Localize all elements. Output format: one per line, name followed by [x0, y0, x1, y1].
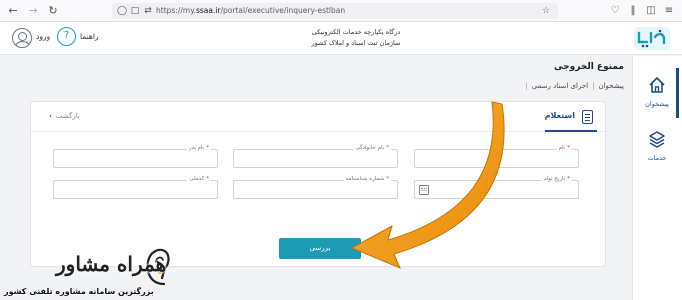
- pointer-arrow-overlay: [350, 101, 505, 269]
- father-name-field[interactable]: *نام پدر: [53, 145, 218, 168]
- breadcrumb: پیشخوان|اجرای اسناد رسمی|: [521, 82, 624, 90]
- back-link[interactable]: ‹ بازگشت: [49, 112, 80, 120]
- browser-toolbar: ← → ↻ ◯ □ ⇄ https://my.ssaa.ir/portal/ex…: [0, 0, 682, 22]
- required-marker: *: [567, 145, 570, 151]
- card-title: استعلام: [544, 111, 575, 120]
- chevron-left-icon: ‹: [49, 112, 52, 120]
- national-code-field[interactable]: *کدملی: [53, 176, 218, 199]
- reload-icon[interactable]: ↻: [46, 4, 60, 18]
- lock-icon[interactable]: □: [129, 5, 141, 17]
- field-label: *کدملی: [187, 176, 211, 182]
- pocket-icon[interactable]: ♡: [608, 4, 622, 18]
- sidebar-item-dashboard[interactable]: پیشخوان: [635, 68, 679, 118]
- breadcrumb-item-dashboard[interactable]: پیشخوان: [598, 82, 624, 90]
- watermark-title: همراه مشاور: [56, 252, 167, 276]
- address-bar[interactable]: ◯ □ ⇄ https://my.ssaa.ir/portal/executiv…: [112, 3, 558, 19]
- right-sidebar: پیشخوان خدمات: [632, 56, 682, 300]
- watermark: همراه مشاور بزرگترین سامانه مشاوره تلفنی…: [0, 238, 260, 300]
- menu-icon[interactable]: ≡: [662, 4, 676, 18]
- form-icon: [582, 110, 593, 124]
- back-arrow-icon[interactable]: ←: [6, 4, 20, 18]
- library-icon[interactable]: ‖: [626, 4, 640, 18]
- forward-arrow-icon[interactable]: →: [26, 4, 40, 18]
- field-label: *تاریخ تولد: [541, 176, 572, 182]
- layers-icon: [649, 131, 665, 148]
- breadcrumb-separator: |: [592, 82, 595, 90]
- org-name-line1: درگاه یکپارچه خدمات الکترونیکی: [311, 28, 401, 36]
- field-label: *نام پدر: [186, 145, 211, 151]
- required-marker: *: [206, 176, 209, 182]
- sidebar-item-label: خدمات: [647, 154, 667, 162]
- bookmark-star-icon[interactable]: ☆: [540, 5, 552, 17]
- card-title-underline: [545, 130, 597, 132]
- required-marker: *: [567, 176, 570, 182]
- login-link[interactable]: ورود: [36, 32, 50, 41]
- required-marker: *: [206, 145, 209, 151]
- org-name-line2: سازمان ثبت اسناد و املاک کشور: [311, 39, 401, 47]
- shield-icon[interactable]: ◯: [116, 5, 128, 17]
- page-title: ممنوع الخروجی: [554, 62, 624, 72]
- card-header: استعلام ‹ بازگشت: [31, 102, 607, 132]
- watermark-subtitle: بزرگترین سامانه مشاوره تلفنی کشور: [4, 287, 154, 296]
- back-label: بازگشت: [55, 112, 80, 120]
- sidebar-item-label: پیشخوان: [645, 100, 669, 108]
- field-label: *نام: [556, 145, 572, 151]
- breadcrumb-separator: |: [525, 82, 528, 90]
- user-avatar-icon[interactable]: [12, 28, 32, 48]
- url-text[interactable]: https://my.ssaa.ir/portal/executive/inqu…: [156, 3, 345, 19]
- permissions-icon[interactable]: ⇄: [142, 5, 154, 17]
- help-link[interactable]: راهنما: [80, 32, 99, 41]
- sidebar-toggle-icon[interactable]: ◫: [644, 4, 658, 18]
- home-icon: [649, 77, 665, 93]
- help-icon[interactable]: ?: [57, 27, 76, 46]
- breadcrumb-item-official-docs[interactable]: اجرای اسناد رسمی: [532, 82, 588, 90]
- sabt-man-logo[interactable]: [632, 25, 672, 52]
- site-header: ورود ? راهنما درگاه یکپارچه خدمات الکترو…: [0, 22, 682, 55]
- sidebar-item-services[interactable]: خدمات: [635, 122, 679, 172]
